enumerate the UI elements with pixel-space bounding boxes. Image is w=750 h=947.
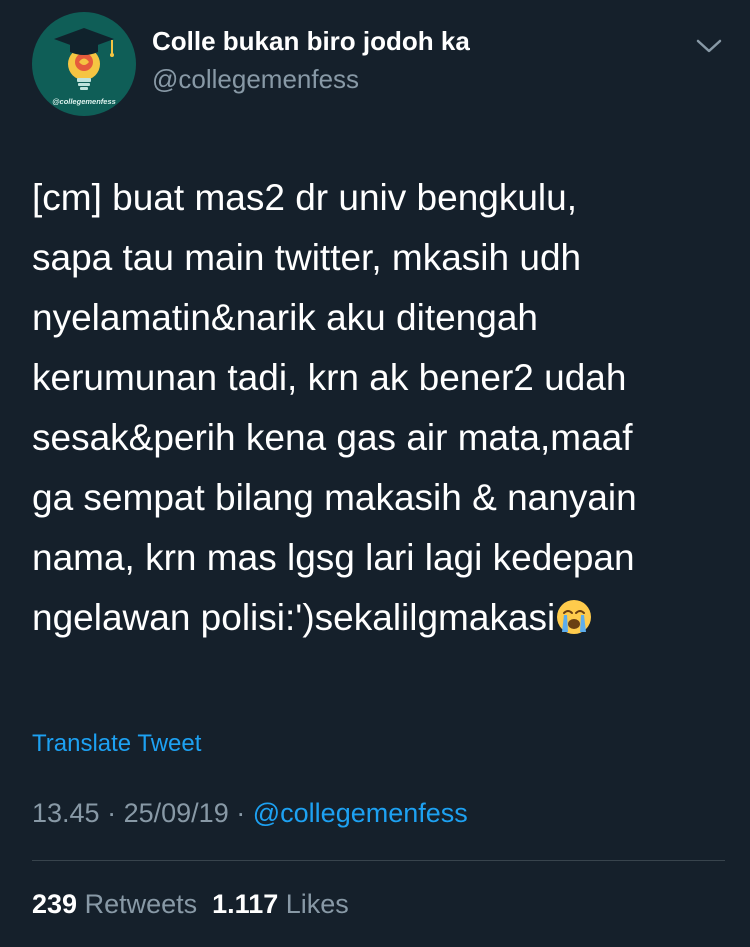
loudly-crying-face-emoji: [557, 600, 592, 634]
author-handle[interactable]: @collegemenfess: [152, 64, 359, 95]
retweets-count: 239: [32, 889, 78, 919]
meta-separator: ·: [236, 798, 246, 828]
chevron-down-icon[interactable]: [692, 34, 726, 58]
tweet-source-link[interactable]: @collegemenfess: [253, 798, 468, 828]
tweet-time: 13.45: [32, 798, 100, 828]
meta-separator: ·: [107, 798, 117, 828]
likes-count: 1.117: [212, 889, 279, 919]
tweet-meta: 13.45 · 25/09/19 · @collegemenfess: [32, 798, 468, 829]
tweet-stats: 239 Retweets 1.117 Likes: [32, 889, 349, 920]
divider: [32, 860, 725, 861]
tweet-body: [cm] buat mas2 dr univ bengkulu, sapa ta…: [32, 177, 637, 638]
author-display-name[interactable]: Colle bukan biro jodoh ka: [152, 26, 470, 57]
tweet-text: [cm] buat mas2 dr univ bengkulu, sapa ta…: [32, 168, 732, 648]
retweets-stat[interactable]: 239 Retweets: [32, 889, 197, 919]
translate-tweet-link[interactable]: Translate Tweet: [32, 730, 201, 758]
avatar-label: @collegemenfess: [52, 97, 116, 106]
retweets-label: Retweets: [84, 889, 198, 919]
likes-label: Likes: [285, 889, 349, 919]
tweet-date: 25/09/19: [123, 798, 229, 828]
avatar[interactable]: @collegemenfess: [32, 12, 136, 116]
likes-stat[interactable]: 1.117 Likes: [212, 889, 349, 919]
